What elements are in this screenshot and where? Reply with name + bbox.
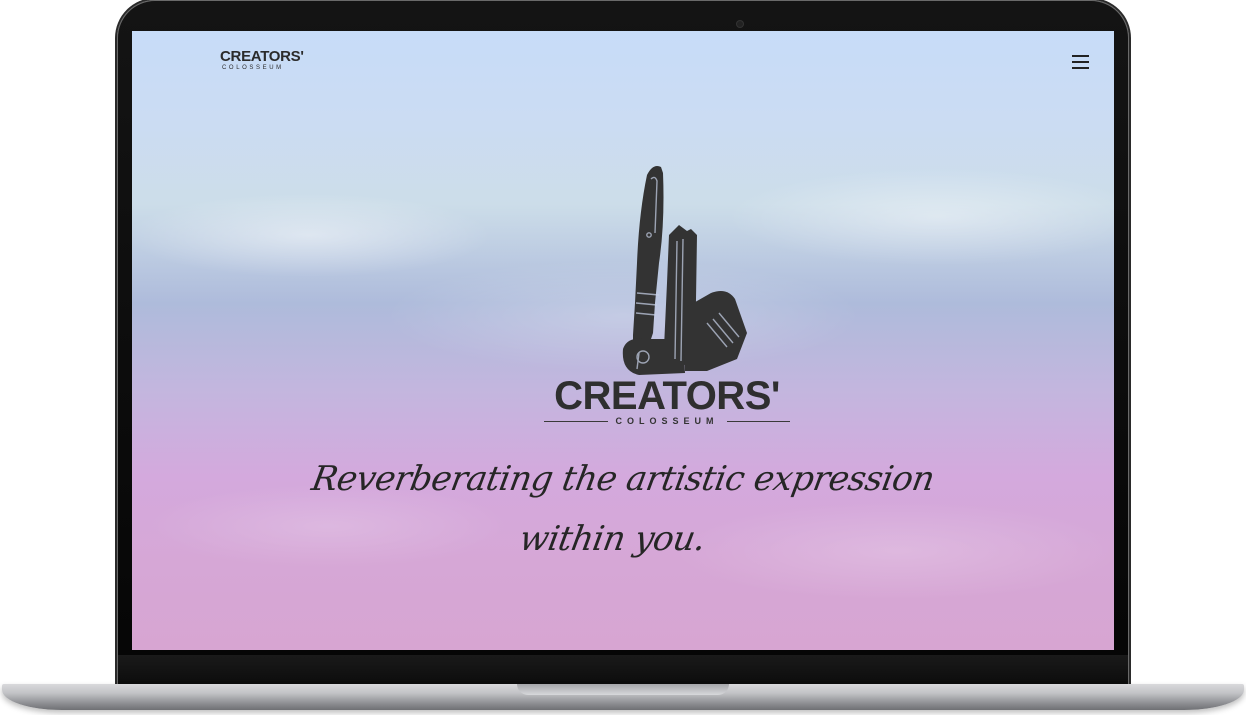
- nav-logo-subtitle: COLOSSEUM: [222, 65, 284, 71]
- fountain-pen-and-column-icon: [622, 166, 747, 375]
- camera-icon: [737, 21, 743, 27]
- divider-right: [726, 420, 791, 422]
- hamburger-menu-icon[interactable]: [1068, 53, 1092, 71]
- laptop-base-notch: [517, 684, 729, 695]
- website-viewport: CREATORS' COLOSSEUM CREATORS' COLOSSEUM …: [132, 31, 1114, 650]
- nav-logo[interactable]: CREATORS' COLOSSEUM: [220, 49, 310, 73]
- nav-logo-title: CREATORS': [220, 48, 304, 65]
- divider-left: [544, 420, 608, 422]
- hero-subtitle: COLOSSEUM: [615, 416, 719, 426]
- hero-title: CREATORS': [554, 374, 780, 418]
- hero-subtitle-row: COLOSSEUM: [544, 415, 791, 427]
- laptop-bezel-bottom: [118, 655, 1128, 685]
- hero-tagline: Reverberating the artistic expression wi…: [308, 459, 938, 559]
